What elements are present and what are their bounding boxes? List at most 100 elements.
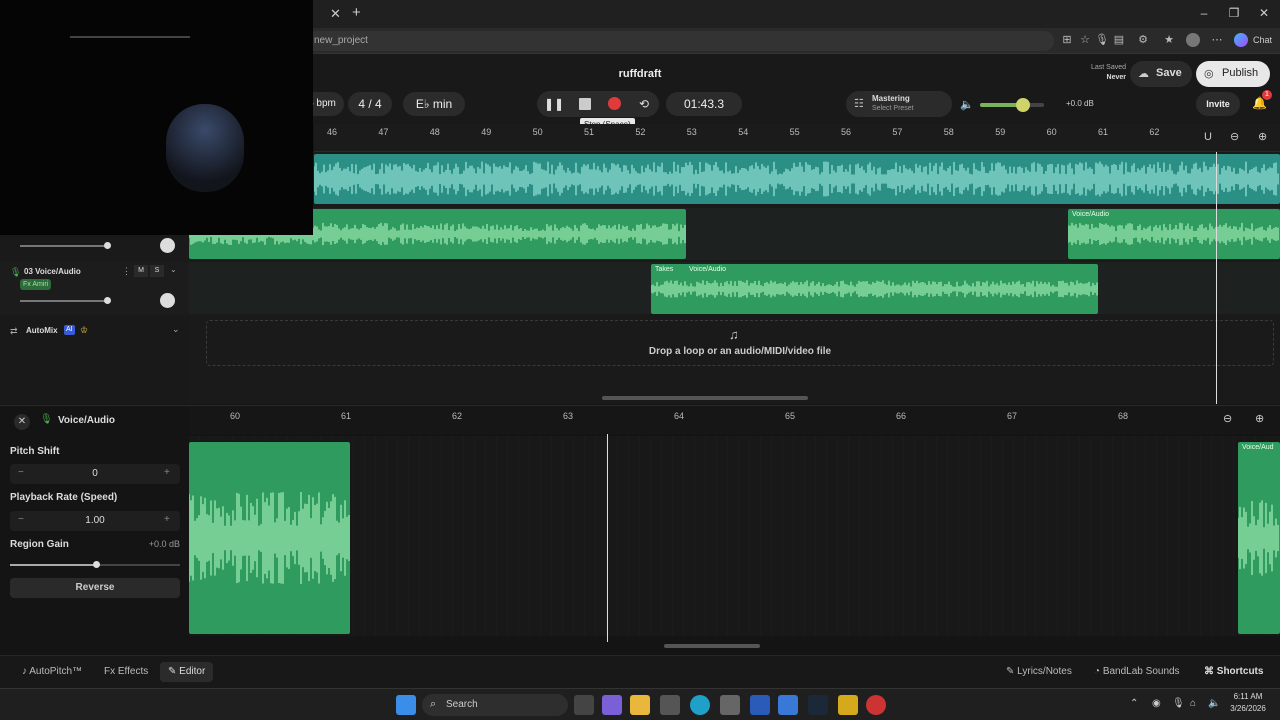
close-window-icon[interactable]: ✕ — [1256, 6, 1272, 20]
playback-rate-value[interactable]: 1.00 — [10, 515, 180, 526]
timeline-ruler[interactable]: 46 47 48 49 50 51 52 53 54 55 56 57 58 59 60 61 62 U ⊖ ⊕ — [314, 124, 1280, 152]
favorite-icon[interactable]: ☆ — [1078, 33, 1092, 47]
profile-avatar[interactable] — [1186, 33, 1200, 47]
pitch-shift-stepper[interactable]: − 0 + — [10, 464, 180, 484]
editor-ruler[interactable]: 60 61 62 63 64 65 66 67 68 ⊖ ⊕ — [189, 406, 1280, 434]
track-3-volume-slider[interactable] — [20, 300, 108, 302]
track-1-clip[interactable] — [314, 154, 1280, 204]
network-icon[interactable]: ⌂ — [1190, 698, 1196, 709]
magnet-icon[interactable]: U — [1204, 131, 1212, 143]
volume-icon[interactable]: 🔈 — [1208, 698, 1220, 709]
lyrics-button[interactable]: ✎ Lyrics/Notes — [998, 662, 1080, 682]
notepad-icon[interactable] — [750, 695, 770, 715]
save-button[interactable]: ☁ Save — [1130, 61, 1192, 87]
app-icon[interactable] — [660, 695, 680, 715]
mail-icon[interactable] — [778, 695, 798, 715]
favorites-icon[interactable]: ★ — [1162, 33, 1176, 47]
track-2-clip-b[interactable]: Voice/Audio — [1068, 209, 1280, 259]
editor-clip-b[interactable]: Voice/Aud — [1238, 442, 1280, 634]
reader-icon[interactable]: ▤ — [1112, 33, 1126, 47]
region-gain-slider[interactable] — [10, 561, 180, 568]
track-2-pan-knob[interactable] — [160, 238, 175, 253]
mute-button[interactable]: M — [134, 265, 148, 277]
track-2-volume-knob[interactable] — [104, 242, 111, 249]
chevron-up-icon[interactable]: ⌃ — [1130, 698, 1138, 709]
microphone-icon[interactable]: 🎙 — [1172, 698, 1185, 709]
reverse-button[interactable]: Reverse — [10, 578, 180, 598]
zoom-in-icon[interactable]: ⊕ — [1258, 130, 1267, 143]
horizontal-scrollbar[interactable] — [602, 396, 808, 400]
editor-playhead[interactable] — [607, 434, 608, 642]
task-view-icon[interactable] — [574, 695, 594, 715]
microphone-icon[interactable]: 🎙 — [1095, 33, 1109, 47]
clock-time[interactable]: 6:11 AM — [1226, 692, 1270, 701]
track-3-clip[interactable]: Takes Voice/Audio — [651, 264, 1098, 314]
project-title[interactable]: ruffdraft — [600, 68, 680, 80]
record-icon[interactable] — [608, 97, 621, 110]
playhead-line[interactable] — [1216, 152, 1217, 404]
volume-slider[interactable] — [980, 98, 1044, 112]
close-tab-icon[interactable]: ✕ — [330, 6, 341, 22]
expand-icon[interactable]: ⌄ — [170, 265, 177, 274]
fx-badge[interactable]: Fx Amiri — [20, 279, 52, 290]
shortcuts-button[interactable]: ⌘ Shortcuts — [1196, 662, 1271, 682]
steam-icon[interactable] — [808, 695, 828, 715]
editor-clip-a[interactable] — [189, 442, 350, 634]
invite-button[interactable]: Invite — [1196, 92, 1240, 116]
publish-button[interactable]: ◎ Publish — [1196, 61, 1270, 87]
time-signature-control[interactable]: 4 / 4 — [348, 92, 392, 116]
track-3-volume-knob[interactable] — [104, 297, 111, 304]
track-3-pan-knob[interactable] — [160, 293, 175, 308]
editor-grid[interactable] — [189, 436, 1280, 636]
track-3-name[interactable]: 03 Voice/Audio — [24, 267, 81, 276]
effects-button[interactable]: Fx Effects — [96, 662, 156, 682]
windows-start-icon[interactable] — [396, 695, 416, 715]
url-field[interactable]: new_project — [306, 31, 1054, 51]
mastering-control[interactable]: ☷ Mastering Select Preset — [846, 91, 952, 117]
taskbar-search[interactable]: ⌕ Search — [422, 694, 568, 716]
solo-button[interactable]: S — [150, 265, 164, 277]
track-2-volume-slider[interactable] — [20, 245, 108, 247]
tab-action-icon[interactable]: ⊞ — [1060, 33, 1074, 47]
loop-icon[interactable]: ⟲ — [631, 92, 657, 116]
tray-app-icon[interactable]: ◉ — [1152, 698, 1161, 709]
copilot-taskbar-icon[interactable] — [602, 695, 622, 715]
plus-icon[interactable]: + — [164, 467, 170, 478]
plus-icon[interactable]: + — [164, 514, 170, 525]
file-explorer-icon[interactable] — [630, 695, 650, 715]
track-menu-icon[interactable]: ⋮ — [122, 266, 131, 277]
chevron-down-icon[interactable]: ⌄ — [172, 324, 180, 335]
region-gain-knob[interactable] — [93, 561, 100, 568]
key-control[interactable]: E♭ min — [403, 92, 465, 116]
stop-icon[interactable] — [579, 98, 591, 110]
pitch-shift-value[interactable]: 0 — [10, 468, 180, 479]
rockstar-icon[interactable] — [838, 695, 858, 715]
speaker-icon[interactable]: 🔈 — [960, 98, 974, 111]
close-icon[interactable]: ✕ — [14, 414, 30, 430]
new-tab-icon[interactable]: + — [352, 4, 361, 21]
clock-date[interactable]: 3/26/2026 — [1226, 704, 1270, 713]
zoom-out-icon[interactable]: ⊖ — [1223, 412, 1232, 425]
restore-icon[interactable]: ❐ — [1226, 6, 1242, 20]
editor-button[interactable]: ✎ Editor — [160, 662, 214, 682]
store-icon[interactable] — [720, 695, 740, 715]
copilot-icon[interactable] — [1234, 33, 1248, 47]
playback-rate-stepper[interactable]: − 1.00 + — [10, 511, 180, 531]
drop-zone[interactable]: ♫ Drop a loop or an audio/MIDI/video fil… — [206, 320, 1274, 366]
more-icon[interactable]: ⋯ — [1210, 33, 1224, 47]
chat-label[interactable]: Chat — [1253, 35, 1272, 45]
autopitch-button[interactable]: ♪ AutoPitch™ — [14, 662, 90, 682]
editor-scrollbar[interactable] — [664, 644, 760, 648]
bandlab-sounds-button[interactable]: ◔ BandLab Sounds — [1086, 662, 1188, 682]
extensions-icon[interactable]: ⚙ — [1136, 33, 1150, 47]
zoom-in-icon[interactable]: ⊕ — [1255, 412, 1264, 425]
cloud-icon: ☁ — [1138, 68, 1149, 80]
app-notification-icon[interactable] — [866, 695, 886, 715]
volume-knob[interactable] — [1016, 98, 1030, 112]
automix-label[interactable]: AutoMix — [26, 326, 58, 335]
waveform-path — [1068, 222, 1279, 246]
pause-icon[interactable]: ❚❚ — [541, 92, 567, 116]
minimize-icon[interactable]: – — [1196, 6, 1212, 20]
zoom-out-icon[interactable]: ⊖ — [1230, 130, 1239, 143]
edge-icon[interactable] — [690, 695, 710, 715]
